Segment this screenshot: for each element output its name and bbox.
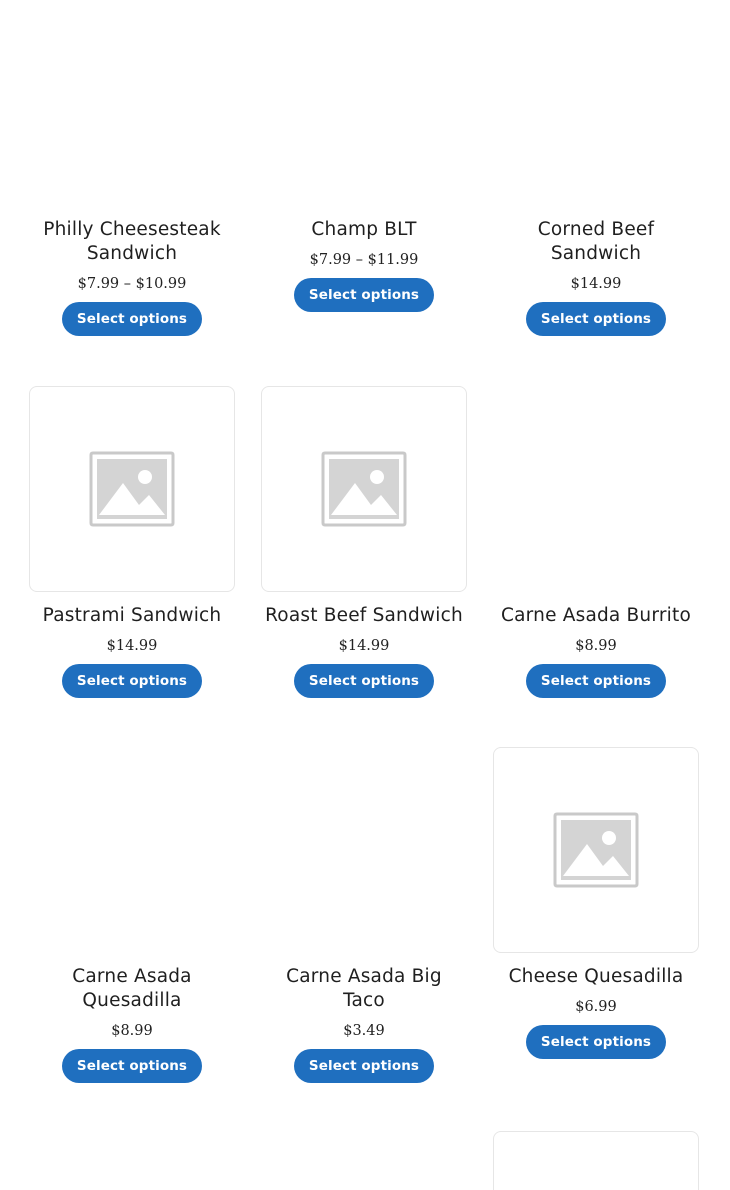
image-placeholder-icon [321, 451, 407, 527]
product-title[interactable]: Philly Cheesesteak Sandwich [29, 218, 235, 266]
product-card: Pastrami Sandwich $14.99 Select options [29, 386, 235, 698]
image-placeholder-icon [89, 451, 175, 527]
select-options-button[interactable]: Select options [525, 1025, 667, 1059]
select-options-button[interactable]: Select options [525, 664, 667, 698]
product-image[interactable] [29, 386, 235, 592]
product-card: Champ BLT $7.99 – $11.99 Select options [261, 218, 467, 312]
product-card: Carne Asada Quesadilla $8.99 Select opti… [29, 747, 235, 1083]
product-card: Roast Beef Sandwich $14.99 Select option… [261, 386, 467, 698]
select-options-button[interactable]: Select options [61, 1049, 203, 1083]
product-price: $8.99 [111, 1023, 153, 1039]
product-price: $7.99 – $11.99 [309, 252, 419, 268]
product-title[interactable]: Carne Asada Burrito [493, 604, 699, 628]
product-card [493, 1131, 699, 1190]
product-image[interactable] [493, 386, 699, 592]
product-card: Corned Beef Sandwich $14.99 Select optio… [493, 218, 699, 336]
product-image[interactable] [493, 747, 699, 953]
product-image[interactable] [261, 747, 467, 953]
product-card: Carne Asada Burrito $8.99 Select options [493, 386, 699, 698]
product-title[interactable]: Pastrami Sandwich [29, 604, 235, 628]
product-price: $8.99 [575, 638, 617, 654]
product-price: $6.99 [575, 999, 617, 1015]
product-title[interactable]: Corned Beef Sandwich [493, 218, 699, 266]
select-options-button[interactable]: Select options [525, 302, 667, 336]
select-options-button[interactable]: Select options [61, 302, 203, 336]
product-image[interactable] [29, 747, 235, 953]
select-options-button[interactable]: Select options [293, 278, 435, 312]
product-title[interactable]: Carne Asada Big Taco [261, 965, 467, 1013]
product-title[interactable]: Cheese Quesadilla [493, 965, 699, 989]
product-price: $7.99 – $10.99 [77, 276, 187, 292]
image-placeholder-icon [553, 812, 639, 888]
select-options-button[interactable]: Select options [293, 664, 435, 698]
product-price: $14.99 [570, 276, 622, 292]
product-title[interactable]: Champ BLT [261, 218, 467, 242]
product-price: $14.99 [106, 638, 158, 654]
product-price: $14.99 [338, 638, 390, 654]
product-image[interactable] [261, 386, 467, 592]
product-image[interactable] [493, 1131, 699, 1190]
product-card: Philly Cheesesteak Sandwich $7.99 – $10.… [29, 218, 235, 336]
product-title[interactable]: Roast Beef Sandwich [261, 604, 467, 628]
product-price: $3.49 [343, 1023, 385, 1039]
product-card: Carne Asada Big Taco $3.49 Select option… [261, 747, 467, 1083]
select-options-button[interactable]: Select options [61, 664, 203, 698]
product-title[interactable]: Carne Asada Quesadilla [29, 965, 235, 1013]
select-options-button[interactable]: Select options [293, 1049, 435, 1083]
product-card: Cheese Quesadilla $6.99 Select options [493, 747, 699, 1059]
